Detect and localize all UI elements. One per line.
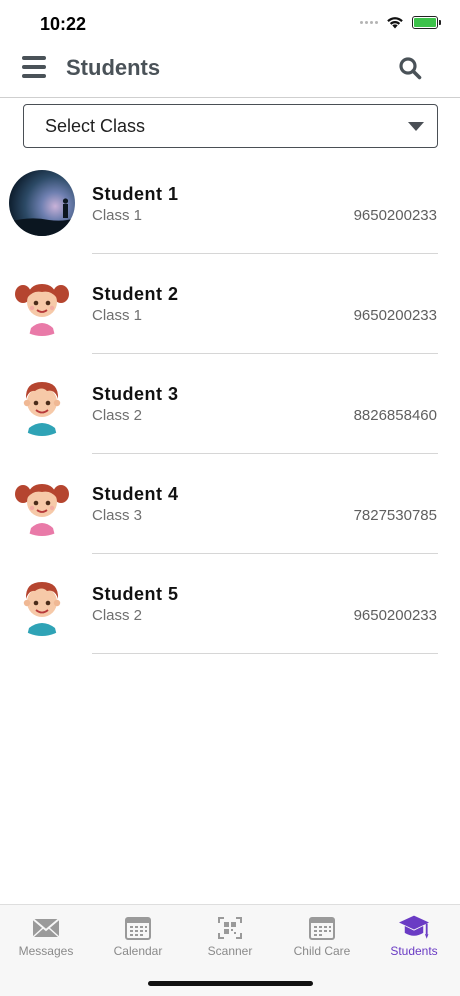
student-phone: 9650200233 — [353, 207, 437, 224]
search-icon[interactable] — [398, 56, 422, 80]
row-divider — [92, 453, 438, 454]
status-bar: 10:22 — [0, 0, 460, 44]
page-title: Students — [66, 55, 161, 80]
row-divider — [92, 353, 438, 354]
avatar — [9, 470, 75, 536]
class-select-dropdown[interactable]: Select Class — [23, 104, 438, 148]
landscape-photo-avatar — [9, 170, 75, 236]
student-name: Student 2 — [92, 284, 179, 304]
student-row[interactable]: Student 1 Class 1 9650200233 — [0, 162, 460, 262]
calendar-grid-icon — [309, 917, 335, 940]
row-divider — [92, 653, 438, 654]
calendar-icon — [125, 917, 151, 940]
tab-messages[interactable]: Messages — [0, 905, 92, 996]
boy-avatar-icon — [9, 370, 75, 436]
app-header: Students — [0, 44, 460, 98]
home-indicator — [148, 981, 313, 986]
student-phone: 7827530785 — [353, 507, 437, 524]
boy-avatar-icon — [9, 570, 75, 636]
student-row[interactable]: Student 3 Class 2 8826858460 — [0, 362, 460, 462]
tab-label: Scanner — [207, 944, 253, 958]
student-phone: 9650200233 — [353, 607, 437, 624]
status-icons — [360, 16, 441, 29]
student-phone: 9650200233 — [353, 307, 437, 324]
student-name: Student 5 — [92, 584, 179, 604]
chevron-down-icon — [408, 122, 424, 131]
tab-label: Child Care — [293, 944, 351, 958]
avatar — [9, 270, 75, 336]
student-phone: 8826858460 — [353, 407, 437, 424]
qr-scanner-icon — [218, 917, 242, 939]
avatar — [9, 170, 75, 236]
cellular-signal-icon — [360, 21, 378, 24]
row-divider — [92, 553, 438, 554]
tab-label: Students — [390, 944, 438, 958]
tab-label: Calendar — [113, 944, 163, 958]
student-name: Student 1 — [92, 184, 179, 204]
battery-icon — [412, 16, 441, 29]
envelope-icon — [32, 918, 60, 938]
student-name: Student 3 — [92, 384, 179, 404]
wifi-icon — [387, 17, 403, 29]
avatar — [9, 570, 75, 636]
student-row[interactable]: Student 5 Class 2 9650200233 — [0, 562, 460, 662]
student-class: Class 1 — [92, 307, 143, 324]
student-class: Class 3 — [92, 507, 143, 524]
girl-avatar-icon — [9, 470, 75, 536]
hamburger-menu-icon[interactable] — [22, 56, 46, 78]
student-class: Class 2 — [92, 607, 143, 624]
class-select-label: Select Class — [45, 116, 146, 136]
graduation-cap-icon — [399, 915, 429, 939]
status-time: 10:22 — [40, 14, 87, 34]
student-row[interactable]: Student 2 Class 1 9650200233 — [0, 262, 460, 362]
tab-students[interactable]: Students — [368, 905, 460, 996]
avatar — [9, 370, 75, 436]
girl-avatar-icon — [9, 270, 75, 336]
tab-label: Messages — [18, 944, 74, 958]
student-row[interactable]: Student 4 Class 3 7827530785 — [0, 462, 460, 562]
student-class: Class 1 — [92, 207, 143, 224]
row-divider — [92, 253, 438, 254]
student-name: Student 4 — [92, 484, 179, 504]
student-list: Student 1 Class 1 9650200233 Student 2 C… — [0, 162, 460, 662]
student-class: Class 2 — [92, 407, 143, 424]
